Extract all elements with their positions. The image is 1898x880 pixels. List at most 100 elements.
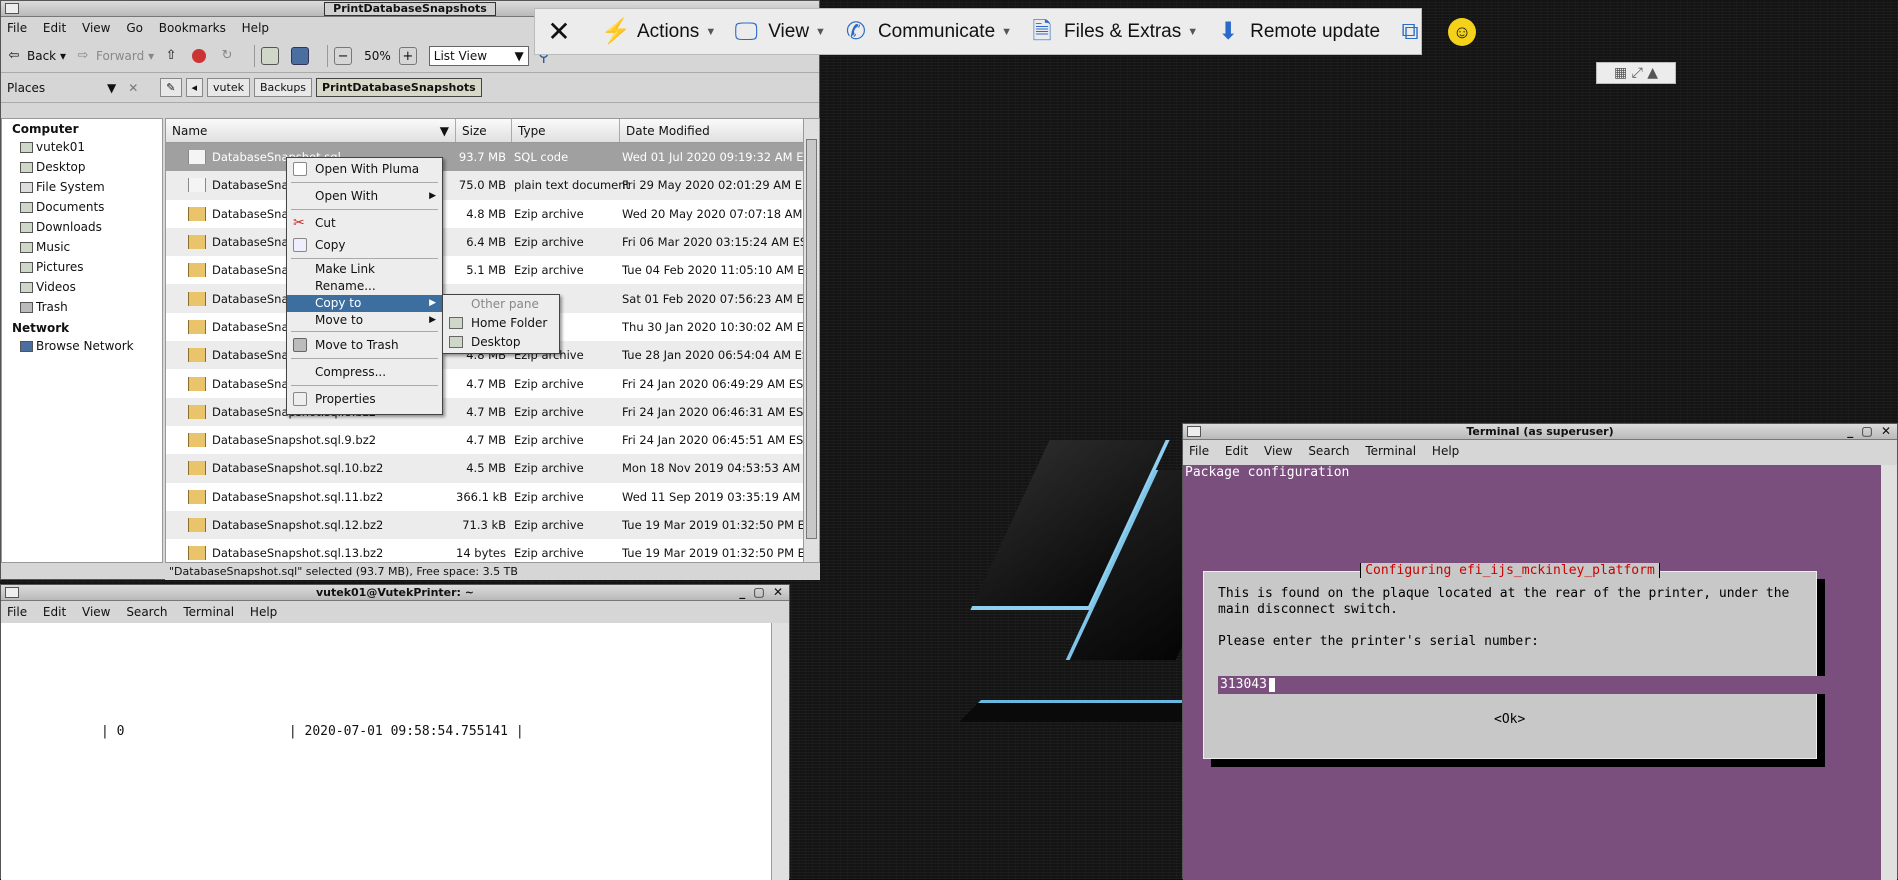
actions-menu-button[interactable]: ⚡ Actions ▼ <box>601 18 716 46</box>
menu-edit[interactable]: Edit <box>43 21 66 35</box>
menu-item-make-link[interactable]: Make Link <box>287 261 442 278</box>
scrollbar-thumb[interactable] <box>806 139 817 539</box>
forward-button[interactable]: ⇨ Forward ▾ <box>74 47 155 65</box>
breadcrumb-vutek[interactable]: vutek <box>207 78 250 97</box>
root-terminal-titlebar[interactable]: Terminal (as superuser) _ ▢ ✕ <box>1183 424 1897 440</box>
menu-search[interactable]: Search <box>126 605 167 619</box>
menu-item-properties[interactable]: Properties <box>287 388 442 410</box>
sidebar-item-music[interactable]: Music <box>2 238 162 258</box>
window-menu-icon[interactable] <box>5 3 19 14</box>
sidebar-item-downloads[interactable]: Downloads <box>2 218 162 238</box>
computer-button[interactable] <box>291 46 313 65</box>
menu-separator <box>291 258 438 259</box>
stop-button[interactable] <box>192 48 210 63</box>
menu-help[interactable]: Help <box>1432 444 1459 458</box>
menu-terminal[interactable]: Terminal <box>183 605 234 619</box>
breadcrumb-printdatabasesnapshots[interactable]: PrintDatabaseSnapshots <box>316 78 482 97</box>
menu-edit[interactable]: Edit <box>43 605 66 619</box>
back-button[interactable]: ⇦ Back ▾ <box>5 47 66 65</box>
menu-item-move-to[interactable]: Move to ▶ <box>287 312 442 329</box>
menu-go[interactable]: Go <box>126 21 143 35</box>
edit-path-button[interactable]: ✎ <box>160 78 182 97</box>
file-row[interactable]: DatabaseSnap 4.8 MB Ezip archive Wed 20 May… <box>166 200 819 228</box>
sidebar-item-documents[interactable]: Documents <box>2 198 162 218</box>
file-row[interactable]: DatabaseSnap 5.1 MB Ezip archive Tue 04 Feb… <box>166 256 819 284</box>
sidebar-item-pictures[interactable]: Pictures <box>2 258 162 278</box>
sidebar-item-file-system[interactable]: File System <box>2 178 162 198</box>
menu-edit[interactable]: Edit <box>1225 444 1248 458</box>
column-header-size[interactable]: Size <box>456 119 512 142</box>
ok-button[interactable]: <Ok> <box>1494 712 1525 727</box>
root-terminal-output[interactable]: Package configuration Configuring efi_ij… <box>1183 465 1883 880</box>
menu-bookmarks[interactable]: Bookmarks <box>159 21 226 35</box>
menu-item-open-with[interactable]: Open With ▶ <box>287 185 442 207</box>
menu-search[interactable]: Search <box>1308 444 1349 458</box>
menu-item-cut[interactable]: ✂ Cut <box>287 212 442 234</box>
terminal-scrollbar[interactable] <box>1881 465 1897 880</box>
submenu-item-desktop[interactable]: Desktop <box>443 333 559 352</box>
terminal-scrollbar[interactable] <box>771 623 789 880</box>
switch-sides-button[interactable]: ⧉ <box>1396 18 1432 46</box>
view-mode-select[interactable]: List View ▼ <box>428 45 529 66</box>
file-row[interactable]: DatabaseSnapshot.sql 93.7 MB SQL code Wed 0… <box>166 143 819 172</box>
menu-file[interactable]: File <box>7 605 27 619</box>
menu-view[interactable]: View <box>1264 444 1292 458</box>
menu-help[interactable]: Help <box>250 605 277 619</box>
menu-file[interactable]: File <box>7 21 27 35</box>
reload-button[interactable]: ↻ <box>218 47 240 65</box>
file-row[interactable]: DatabaseSnapshot.sql.9.bz2 4.7 MB Ezip arc… <box>166 426 819 454</box>
window-menu-icon[interactable] <box>5 587 19 598</box>
column-header-type[interactable]: Type <box>512 119 620 142</box>
home-button[interactable] <box>261 46 283 65</box>
menu-item-copy[interactable]: Copy <box>287 234 442 256</box>
menu-terminal[interactable]: Terminal <box>1365 444 1416 458</box>
file-row[interactable]: DatabaseSnapshot.sql.8.bz24.7 MBEzip arc… <box>166 397 819 426</box>
file-row[interactable]: DatabaseSnapshot.sql.13.bz2 14 bytes Ezip … <box>166 539 819 562</box>
zoom-out-button[interactable]: − <box>334 46 356 65</box>
menu-item-copy-to[interactable]: Copy to ▶ <box>287 295 442 312</box>
menu-file[interactable]: File <box>1189 444 1209 458</box>
menu-item-move-to-trash[interactable]: Move to Trash <box>287 334 442 356</box>
file-row[interactable]: DatabaseSnap 4.7 MB Ezip archive Fri 24 Jan… <box>166 369 819 397</box>
menu-view[interactable]: View <box>82 21 110 35</box>
close-sidebar-icon[interactable]: ✕ <box>128 81 138 95</box>
dialog-description: This is found on the plaque located at t… <box>1218 586 1790 617</box>
file-row[interactable]: DatabaseSnapshot.sql.10.bz2 4.5 MB Ezip ar… <box>166 454 819 483</box>
file-row[interactable]: DatabaseSnapshot.sql.11.bz2 366.1 kB Ezip … <box>166 483 819 511</box>
user-terminal-output[interactable]: | 0 | 2020-07-01 09:58:54.755141 | <box>1 623 773 880</box>
window-controls[interactable]: _ ▢ ✕ <box>739 585 785 600</box>
file-row[interactable]: DatabaseSnap 6.4 MB Ezip archive Fri 06 Mar… <box>166 227 819 257</box>
communicate-menu-button[interactable]: ✆ Communicate ▼ <box>842 18 1012 46</box>
menu-help[interactable]: Help <box>242 21 269 35</box>
close-session-button[interactable]: ✕ <box>545 17 581 46</box>
window-menu-icon[interactable] <box>1187 426 1201 437</box>
toolbar-collapse-tab[interactable]: ▦ ⤢ ▲ <box>1596 62 1676 84</box>
menu-item-rename[interactable]: Rename... <box>287 278 442 295</box>
menu-view[interactable]: View <box>82 605 110 619</box>
places-dropdown[interactable]: ▼ <box>107 81 116 95</box>
column-header-name[interactable]: Name ▼ <box>166 119 456 142</box>
view-menu-button[interactable]: 🖵 View ▼ <box>732 18 826 46</box>
files-extras-menu-button[interactable]: 🗎 Files & Extras ▼ <box>1028 18 1198 46</box>
user-terminal-titlebar[interactable]: vutek01@VutekPrinter: ~ _ ▢ ✕ <box>1 585 789 601</box>
zoom-in-button[interactable]: + <box>398 46 421 65</box>
window-controls[interactable]: _ ▢ ✕ <box>1847 424 1893 439</box>
breadcrumb-backups[interactable]: Backups <box>253 78 313 97</box>
menu-item-compress[interactable]: Compress... <box>287 361 442 383</box>
column-header-date[interactable]: Date Modified <box>620 119 805 142</box>
feedback-button[interactable]: ☺ <box>1448 17 1484 46</box>
sidebar-item-trash[interactable]: Trash <box>2 298 162 318</box>
sidebar-item-vutek01[interactable]: vutek01 <box>2 138 162 158</box>
sidebar-item-browse-network[interactable]: Browse Network <box>2 337 162 357</box>
serial-number-input[interactable]: 313043 <box>1218 676 1826 694</box>
file-list-scrollbar[interactable] <box>803 119 819 562</box>
remote-update-button[interactable]: ⬇ Remote update <box>1214 18 1380 46</box>
menu-item-open-with-pluma[interactable]: Open With Pluma <box>287 158 442 180</box>
sidebar-item-videos[interactable]: Videos <box>2 278 162 298</box>
file-row[interactable]: DatabaseSnap 75.0 MB plain text document Fr… <box>166 171 819 200</box>
file-row[interactable]: DatabaseSnapshot.sql.12.bz2 71.3 kB Ezip a… <box>166 510 819 540</box>
up-button[interactable]: ⇧ <box>162 47 184 65</box>
path-left-arrow[interactable]: ◂ <box>185 78 204 97</box>
sidebar-item-desktop[interactable]: Desktop <box>2 158 162 178</box>
submenu-item-home-folder[interactable]: Home Folder <box>443 314 559 333</box>
